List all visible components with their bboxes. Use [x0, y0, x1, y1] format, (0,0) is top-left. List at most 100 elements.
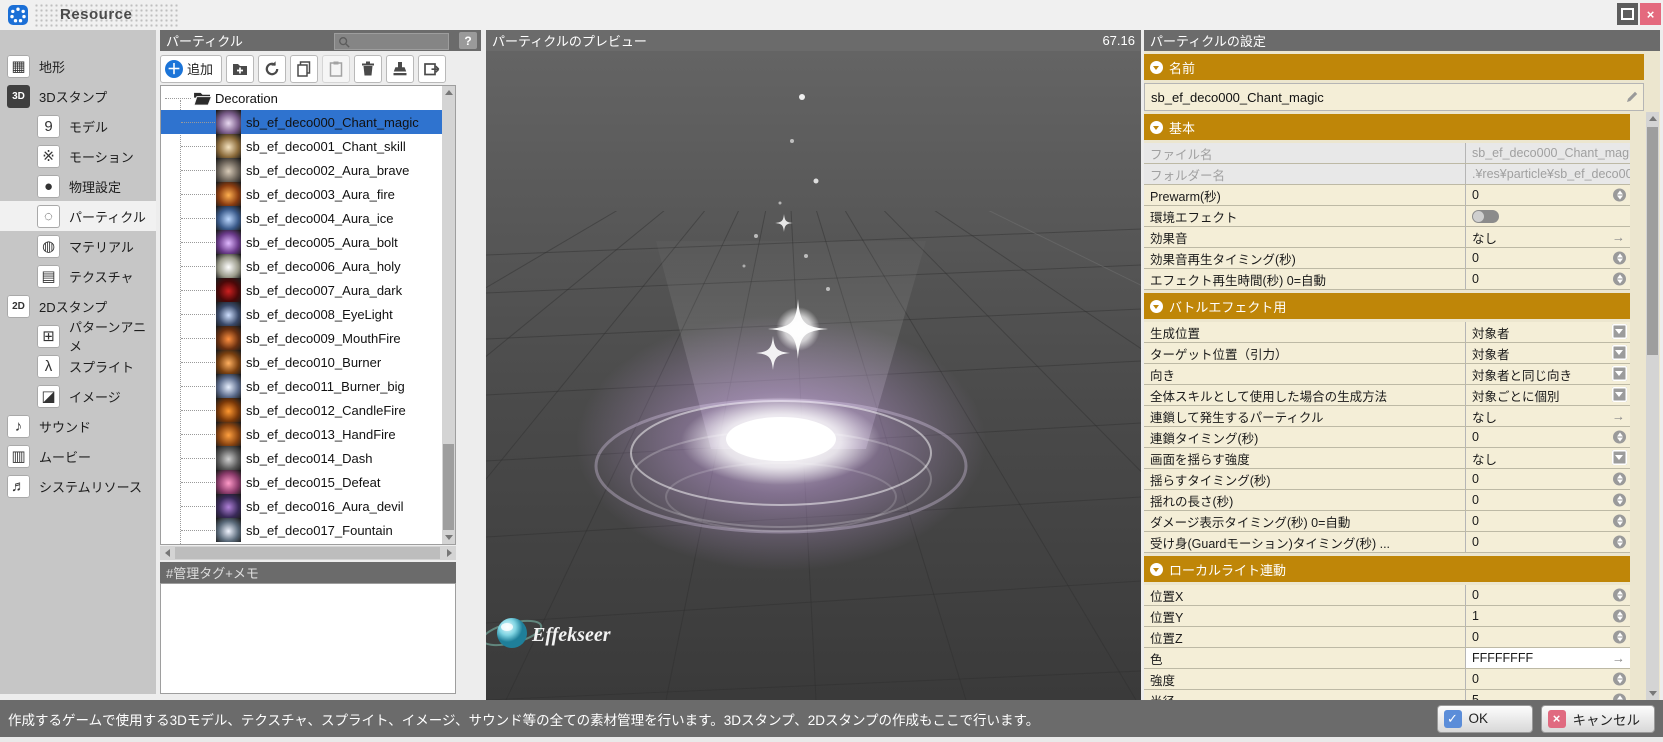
particle-list-item[interactable]: sb_ef_deco010_Burner — [161, 350, 455, 374]
dropdown-control[interactable] — [1612, 345, 1627, 360]
setting-row[interactable]: 揺れの長さ(秒) 0 — [1144, 490, 1630, 511]
tree-horizontal-scrollbar[interactable] — [160, 546, 456, 560]
reload-button[interactable] — [258, 55, 286, 83]
tree-folder-decoration[interactable]: Decoration — [161, 86, 455, 110]
particle-list-item[interactable]: sb_ef_deco016_Aura_devil — [161, 494, 455, 518]
setting-row[interactable]: エフェクト再生時間(秒) 0=自動 0 — [1144, 269, 1630, 290]
setting-row[interactable]: Prewarm(秒) 0 — [1144, 185, 1630, 206]
settings-section-header[interactable]: バトルエフェクト用 — [1144, 293, 1630, 319]
settings-section-header[interactable]: 基本 — [1144, 114, 1630, 140]
setting-row[interactable]: 強度 0 — [1144, 669, 1630, 690]
scrollbar-thumb[interactable] — [175, 547, 440, 559]
spinner-control[interactable] — [1613, 494, 1626, 507]
close-button[interactable]: × — [1640, 3, 1661, 25]
detail-arrow-icon[interactable]: → — [1612, 230, 1625, 245]
setting-row[interactable]: 効果音 なし→ — [1144, 227, 1630, 248]
sidebar-item-7[interactable]: ▤ テクスチャ — [0, 261, 156, 291]
particle-list-item[interactable]: sb_ef_deco004_Aura_ice — [161, 206, 455, 230]
spinner-control[interactable] — [1613, 189, 1626, 202]
settings-vertical-scrollbar[interactable] — [1646, 112, 1659, 700]
dropdown-control[interactable] — [1612, 387, 1627, 402]
setting-value[interactable]: 0 — [1466, 427, 1630, 447]
spinner-control[interactable] — [1613, 536, 1626, 549]
cancel-button[interactable]: × キャンセル — [1541, 705, 1656, 733]
sidebar-item-1[interactable]: 3D 3Dスタンプ — [0, 81, 156, 111]
settings-section-header[interactable]: ローカルライト連動 — [1144, 556, 1630, 582]
search-box[interactable] — [334, 33, 449, 50]
dropdown-control[interactable] — [1612, 450, 1627, 465]
copy-button[interactable] — [290, 55, 318, 83]
spinner-control[interactable] — [1613, 273, 1626, 286]
scroll-up-button[interactable] — [1646, 112, 1659, 125]
particle-list-item[interactable]: sb_ef_deco015_Defeat — [161, 470, 455, 494]
ok-button[interactable]: ✓ OK — [1437, 705, 1533, 733]
setting-value[interactable]: 0 — [1466, 248, 1630, 268]
particle-list-item[interactable]: sb_ef_deco002_Aura_brave — [161, 158, 455, 182]
setting-row[interactable]: 位置X 0 — [1144, 585, 1630, 606]
maximize-button[interactable] — [1617, 3, 1638, 25]
setting-row[interactable]: 受け身(Guardモーション)タイミング(秒) ... 0 — [1144, 532, 1630, 553]
detail-arrow-icon[interactable]: → — [1612, 651, 1625, 666]
setting-value[interactable]: 1 — [1466, 606, 1630, 626]
particle-list-item[interactable]: sb_ef_deco011_Burner_big — [161, 374, 455, 398]
setting-value[interactable]: 0 — [1466, 627, 1630, 647]
spinner-control[interactable] — [1613, 631, 1626, 644]
setting-value[interactable]: 0 — [1466, 585, 1630, 605]
spinner-control[interactable] — [1613, 252, 1626, 265]
search-input[interactable] — [350, 35, 440, 49]
scroll-up-button[interactable] — [442, 86, 455, 99]
sidebar-item-6[interactable]: ◍ マテリアル — [0, 231, 156, 261]
sidebar-item-10[interactable]: λ スプライト — [0, 351, 156, 381]
setting-value[interactable]: 5 — [1466, 690, 1630, 700]
setting-value[interactable]: 0 — [1466, 669, 1630, 689]
new-folder-button[interactable] — [226, 55, 254, 83]
spinner-control[interactable] — [1613, 431, 1626, 444]
preview-viewport[interactable]: Effekseer — [486, 51, 1141, 700]
particle-list-item[interactable]: sb_ef_deco005_Aura_bolt — [161, 230, 455, 254]
setting-row[interactable]: 位置Y 1 — [1144, 606, 1630, 627]
setting-value[interactable]: 0 — [1466, 185, 1630, 205]
particle-list-item[interactable]: sb_ef_deco009_MouthFire — [161, 326, 455, 350]
scrollbar-thumb[interactable] — [443, 444, 454, 530]
setting-row[interactable]: 環境エフェクト — [1144, 206, 1630, 227]
setting-value[interactable]: 0 — [1466, 511, 1630, 531]
setting-row[interactable]: 全体スキルとして使用した場合の生成方法 対象ごとに個別 — [1144, 385, 1630, 406]
dropdown-control[interactable] — [1612, 366, 1627, 381]
scroll-down-button[interactable] — [442, 531, 455, 544]
setting-row[interactable]: 連鎖タイミング(秒) 0 — [1144, 427, 1630, 448]
particle-list-item[interactable]: sb_ef_deco017_Fountain — [161, 518, 455, 542]
setting-value[interactable]: 0 — [1466, 269, 1630, 289]
setting-value[interactable]: なし→ — [1466, 227, 1630, 247]
setting-value[interactable]: なし→ — [1466, 406, 1630, 426]
particle-list-item[interactable]: sb_ef_deco014_Dash — [161, 446, 455, 470]
particle-list-item[interactable]: sb_ef_deco012_CandleFire — [161, 398, 455, 422]
particle-list-item[interactable]: sb_ef_deco001_Chant_skill — [161, 134, 455, 158]
particle-list-item[interactable]: sb_ef_deco007_Aura_dark — [161, 278, 455, 302]
setting-row[interactable]: 生成位置 対象者 — [1144, 322, 1630, 343]
setting-value[interactable]: 0 — [1466, 490, 1630, 510]
sidebar-item-9[interactable]: ⊞ パターンアニメ — [0, 321, 156, 351]
setting-row[interactable]: ダメージ表示タイミング(秒) 0=自動 0 — [1144, 511, 1630, 532]
spinner-control[interactable] — [1613, 473, 1626, 486]
particle-list-item[interactable]: sb_ef_deco008_EyeLight — [161, 302, 455, 326]
sidebar-item-4[interactable]: ● 物理設定 — [0, 171, 156, 201]
delete-button[interactable] — [354, 55, 382, 83]
setting-value[interactable]: 対象者 — [1466, 322, 1630, 342]
sidebar-item-3[interactable]: ※ モーション — [0, 141, 156, 171]
detail-arrow-icon[interactable]: → — [1612, 409, 1625, 424]
sidebar-item-11[interactable]: ◪ イメージ — [0, 381, 156, 411]
setting-row[interactable]: 揺らすタイミング(秒) 0 — [1144, 469, 1630, 490]
settings-section-header[interactable]: 名前 — [1144, 54, 1644, 80]
tree-vertical-scrollbar[interactable] — [442, 86, 455, 544]
add-button[interactable]: ＋ 追加 — [160, 55, 222, 83]
setting-value[interactable]: 対象ごとに個別 — [1466, 385, 1630, 405]
sidebar-item-12[interactable]: ♪ サウンド — [0, 411, 156, 441]
setting-row[interactable]: 位置Z 0 — [1144, 627, 1630, 648]
scrollbar-thumb[interactable] — [1647, 127, 1658, 355]
setting-value[interactable]: FFFFFFFF→ — [1466, 648, 1630, 668]
particle-list-item[interactable]: sb_ef_deco000_Chant_magic — [161, 110, 455, 134]
scroll-right-button[interactable] — [442, 546, 456, 560]
setting-row[interactable]: 色 FFFFFFFF→ — [1144, 648, 1630, 669]
sidebar-item-2[interactable]: 9 モデル — [0, 111, 156, 141]
help-button[interactable]: ? — [459, 32, 477, 49]
